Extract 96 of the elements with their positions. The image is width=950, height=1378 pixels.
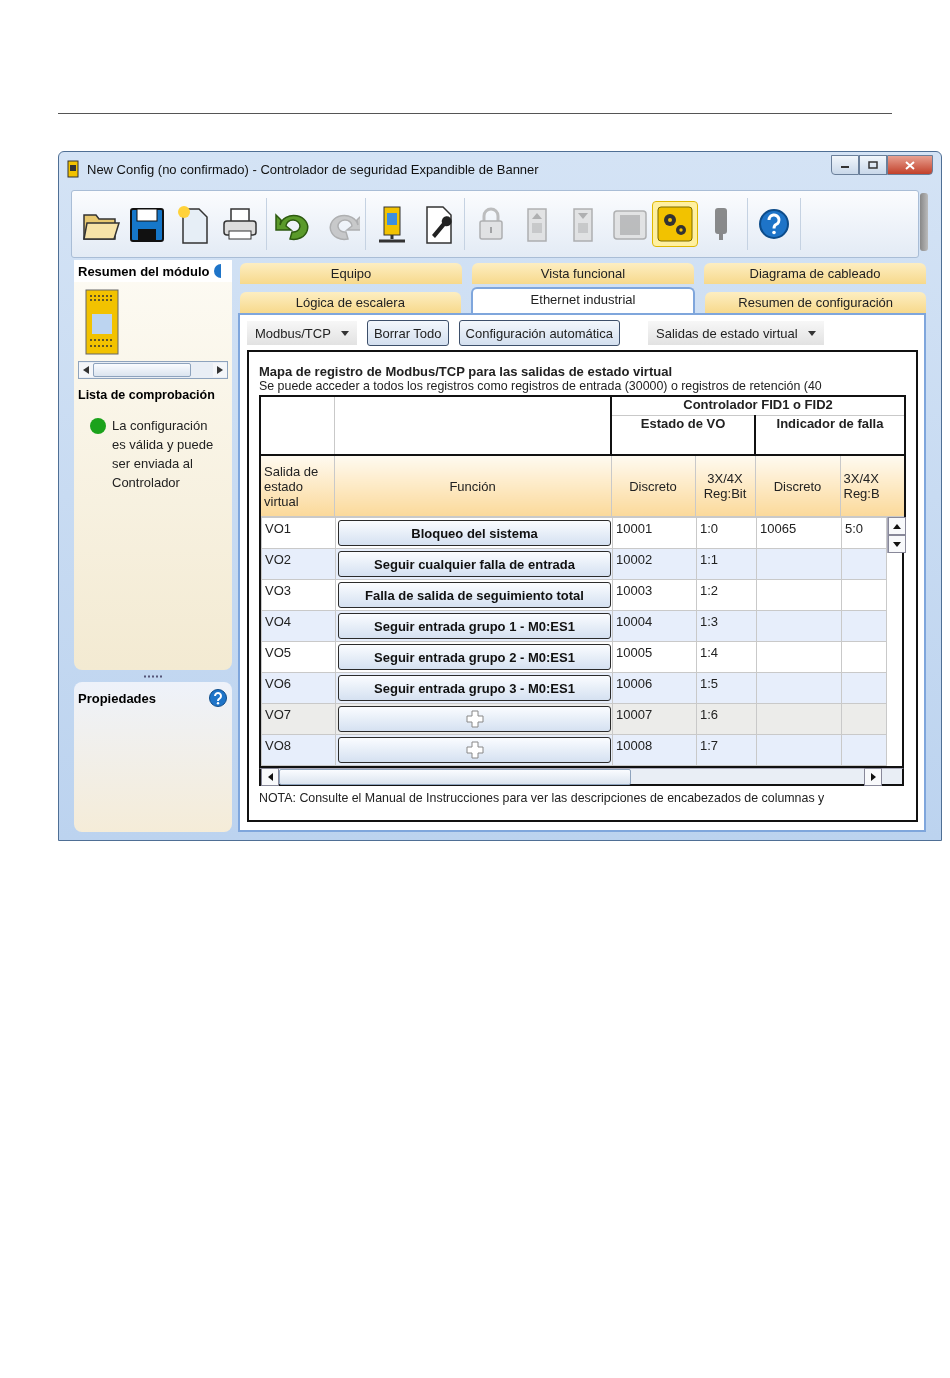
table-cell-text: 1:3 bbox=[699, 613, 720, 631]
table-cell-text: VO4 bbox=[264, 613, 292, 631]
table-cell-text: VO6 bbox=[264, 675, 292, 693]
table-row[interactable]: VO8 10008 1:7 bbox=[261, 734, 887, 766]
function-button[interactable]: Seguir entrada grupo 3 - M0:ES1 bbox=[338, 675, 611, 701]
tab[interactable]: Ethernet industrial bbox=[470, 287, 696, 313]
panel-title: Resumen del módulo bbox=[78, 263, 210, 279]
add-function-button[interactable] bbox=[338, 737, 611, 763]
table-cell-text: 5:0 bbox=[844, 520, 865, 538]
function-button[interactable]: Seguir cualquier falla de entrada bbox=[338, 551, 611, 577]
table-row[interactable]: VO3 Falla de salida de seguimiento total 10003 1:2 bbox=[261, 579, 887, 611]
minimize-button[interactable] bbox=[831, 155, 859, 175]
table-cell-text: 10005 bbox=[615, 644, 654, 662]
column-group-header: Estado de VO bbox=[640, 416, 726, 431]
caret-icon bbox=[807, 330, 816, 336]
maximize-icon bbox=[868, 161, 878, 169]
horizontal-scrollbar[interactable] bbox=[78, 361, 228, 379]
scroll-down-icon bbox=[893, 541, 901, 547]
tab[interactable]: Equipo bbox=[240, 263, 462, 284]
help-icon[interactable] bbox=[208, 688, 228, 708]
toolbar-scrollbar[interactable] bbox=[920, 193, 928, 251]
tab[interactable]: Vista funcional bbox=[472, 263, 694, 284]
function-button[interactable]: Bloqueo del sistema bbox=[338, 520, 611, 546]
table-cell-text: 10065 bbox=[759, 520, 798, 538]
table-cell-text: VO2 bbox=[264, 551, 292, 569]
function-button[interactable]: Seguir entrada grupo 1 - M0:ES1 bbox=[338, 613, 611, 639]
table-cell-text: 10007 bbox=[615, 706, 654, 724]
tab[interactable]: Resumen de configuración bbox=[705, 292, 926, 313]
table-cell-text: 1:7 bbox=[699, 737, 720, 755]
function-button[interactable]: Seguir entrada grupo 2 - M0:ES1 bbox=[338, 644, 611, 670]
scroll-right-icon bbox=[217, 366, 223, 374]
table-cell-text: 10002 bbox=[615, 551, 654, 569]
plus-icon bbox=[465, 741, 484, 759]
table-cell-text: 1:1 bbox=[699, 551, 720, 569]
table-cell-text: 10004 bbox=[615, 613, 654, 631]
column-group-header: Indicador de falla bbox=[776, 416, 884, 431]
group-header: Controlador FID1 o FID2 bbox=[683, 397, 833, 412]
app-icon bbox=[67, 160, 79, 178]
close-button[interactable] bbox=[887, 155, 933, 175]
view-dropdown[interactable]: Salidas de estado virtual bbox=[648, 321, 824, 345]
table-cell-text: 1:0 bbox=[699, 520, 720, 538]
table-cell-text: VO7 bbox=[264, 706, 292, 724]
caret-icon bbox=[340, 330, 349, 336]
close-icon bbox=[905, 160, 915, 170]
safety-module-drawing bbox=[84, 288, 120, 356]
table-cell-text: VO5 bbox=[264, 644, 292, 662]
toolbar-button[interactable]: Configuración automática bbox=[458, 320, 620, 346]
map-title: Mapa de registro de Modbus/TCP para las salidas de estado virtual bbox=[259, 364, 673, 379]
scroll-left-icon bbox=[267, 772, 273, 781]
scroll-up-icon bbox=[893, 523, 901, 529]
vertical-scrollbar[interactable] bbox=[887, 517, 906, 553]
map-description: Se puede acceder a todos los registros como registros de entrada (30000) o registros de retención (40 bbox=[259, 379, 823, 393]
note-text: NOTA: Consulte el Manual de Instrucciones para ver las descripciones de encabezados de columnas y bbox=[259, 791, 826, 805]
column-header: 3X/4X Reg:Bit bbox=[702, 471, 748, 501]
table-cell-text: 10001 bbox=[615, 520, 654, 538]
table-row[interactable]: VO6 Seguir entrada grupo 3 - M0:ES1 10006 1:5 bbox=[261, 672, 887, 704]
table-cell-text: 10008 bbox=[615, 737, 654, 755]
section-title: Propiedades bbox=[78, 690, 157, 706]
toolbar-button[interactable]: Borrar Todo bbox=[366, 320, 449, 346]
help-icon bbox=[213, 263, 222, 279]
tab[interactable]: Lógica de escalera bbox=[240, 292, 461, 313]
function-button[interactable]: Falla de salida de seguimiento total bbox=[338, 582, 611, 608]
column-header: Salida de estado virtual bbox=[263, 463, 320, 509]
column-header: Discreto bbox=[772, 478, 823, 494]
scroll-right-icon bbox=[870, 772, 876, 781]
maximize-button[interactable] bbox=[859, 155, 887, 175]
window-title: New Config (no confirmado) - Controlador de seguridad Expandible de Banner bbox=[87, 161, 539, 177]
table-row[interactable]: VO1 Bloqueo del sistema 10001 1:0 10065 5:0 bbox=[261, 517, 887, 549]
table-cell-text: VO1 bbox=[264, 520, 292, 538]
column-header: Función bbox=[448, 478, 497, 494]
table-cell-text: 1:5 bbox=[699, 675, 720, 693]
scroll-left-icon bbox=[83, 366, 89, 374]
table-cell-text: 1:6 bbox=[699, 706, 720, 724]
tab[interactable]: Diagrama de cableado bbox=[704, 263, 926, 284]
table-cell-text: VO3 bbox=[264, 582, 292, 600]
table-row[interactable]: VO4 Seguir entrada grupo 1 - M0:ES1 10004 1:3 bbox=[261, 610, 887, 642]
gears-icon bbox=[654, 203, 696, 245]
table-row[interactable]: VO7 10007 1:6 bbox=[261, 703, 887, 735]
column-header: 3X/4X Reg:B bbox=[842, 471, 881, 501]
add-function-button[interactable] bbox=[338, 706, 611, 732]
protocol-dropdown[interactable]: Modbus/TCP bbox=[247, 321, 357, 345]
section-title: Lista de comprobación bbox=[78, 388, 215, 402]
resize-grip-icon bbox=[143, 674, 163, 678]
horizontal-scrollbar[interactable] bbox=[259, 768, 904, 786]
table-cell-text: 10003 bbox=[615, 582, 654, 600]
status-message: La configuración es válida y puede ser enviada al Controlador bbox=[112, 417, 215, 492]
table-cell-text: VO8 bbox=[264, 737, 292, 755]
table-row[interactable]: VO2 Seguir cualquier falla de entrada 10002 1:1 bbox=[261, 548, 887, 580]
column-header: Discreto bbox=[628, 478, 678, 494]
gears-button[interactable] bbox=[653, 202, 697, 246]
usb-plug-icon bbox=[715, 208, 727, 240]
table-cell-text: 10006 bbox=[615, 675, 654, 693]
table-cell-text: 1:4 bbox=[699, 644, 720, 662]
plus-icon bbox=[465, 710, 484, 728]
table-row[interactable]: VO5 Seguir entrada grupo 2 - M0:ES1 10005 1:4 bbox=[261, 641, 887, 673]
table-cell-text: 1:2 bbox=[699, 582, 720, 600]
